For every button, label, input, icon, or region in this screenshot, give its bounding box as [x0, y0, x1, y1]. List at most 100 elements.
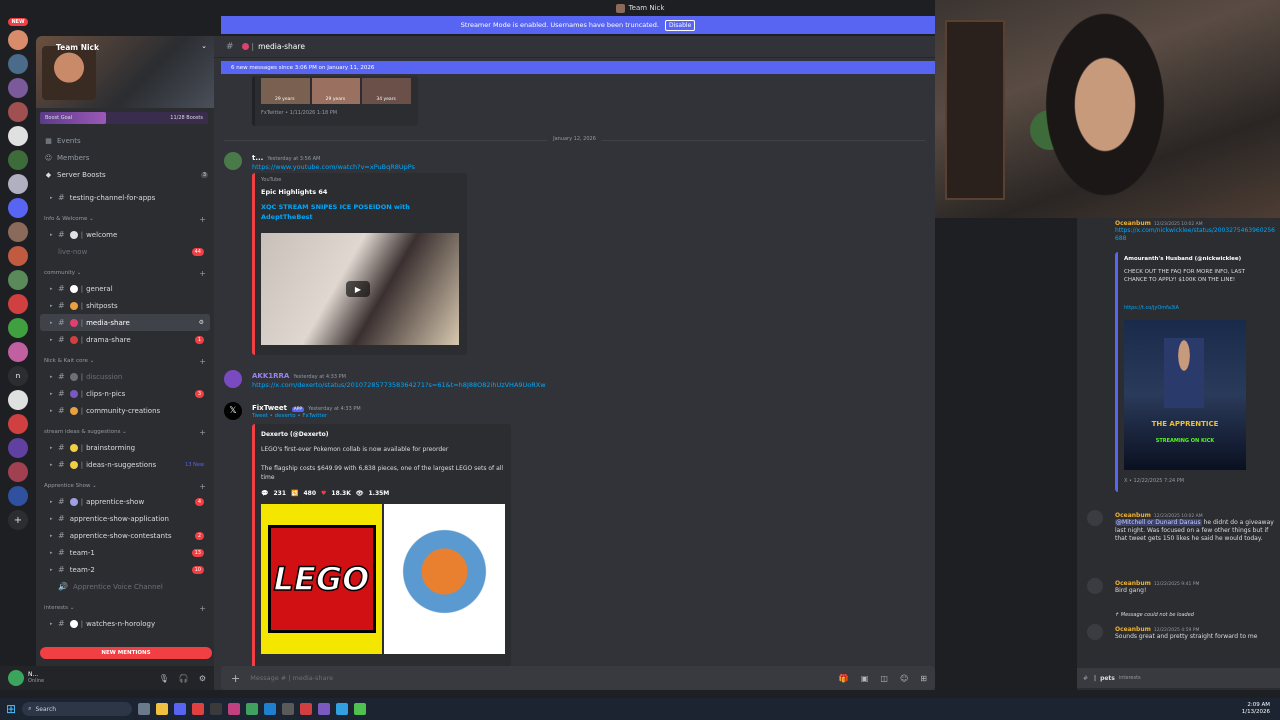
- chrome-taskbar-icon[interactable]: [192, 703, 205, 715]
- message-link[interactable]: https://x.com/dexerto/status/20107285773…: [252, 381, 546, 389]
- server-icon-8[interactable]: [8, 198, 28, 218]
- server-icon-2[interactable]: [8, 54, 28, 74]
- app-taskbar-icon[interactable]: [318, 703, 331, 715]
- message-author[interactable]: Oceanbum: [1115, 512, 1151, 519]
- embed-link[interactable]: https://t.co/jyOmfa3iA: [1124, 304, 1179, 312]
- message-author[interactable]: Oceanbum: [1115, 220, 1151, 227]
- server-icon-6[interactable]: [8, 150, 28, 170]
- new-mentions-button[interactable]: NEW MENTIONS: [40, 647, 212, 659]
- channel-drama-share[interactable]: ▸ # | drama-share 1: [40, 331, 210, 348]
- add-channel-icon[interactable]: +: [199, 604, 206, 613]
- app-taskbar-icon[interactable]: [336, 703, 349, 715]
- embed-author[interactable]: Epic Highlights 64: [261, 188, 327, 196]
- obs-taskbar-icon[interactable]: [210, 703, 223, 715]
- avatar[interactable]: [1087, 578, 1103, 594]
- add-server-icon[interactable]: +: [8, 510, 28, 530]
- channel-clips-n-pics[interactable]: ▸ # | clips-n-pics 3: [40, 385, 210, 402]
- add-attachment-icon[interactable]: +: [231, 672, 240, 685]
- server-icon-11[interactable]: [8, 270, 28, 290]
- channel-apprentice-show[interactable]: ▸ # | apprentice-show 4: [40, 493, 210, 510]
- app-taskbar-icon[interactable]: [354, 703, 367, 715]
- server-icon-18[interactable]: [8, 438, 28, 458]
- file-explorer-icon[interactable]: [156, 703, 169, 715]
- discord-taskbar-icon[interactable]: [174, 703, 187, 715]
- avatar[interactable]: [1087, 624, 1103, 640]
- server-icon-13[interactable]: [8, 318, 28, 338]
- channel-shitposts[interactable]: ▸ # | shitposts: [40, 297, 210, 314]
- sidebar-item-members[interactable]: ☺ Members: [36, 149, 214, 166]
- boost-goal-bar[interactable]: Boost Goal 11/28 Boosts: [40, 112, 208, 124]
- video-thumbnail[interactable]: ▶: [261, 233, 459, 345]
- avatar[interactable]: [1087, 510, 1103, 526]
- server-icon-14[interactable]: [8, 342, 28, 362]
- server-icon-10[interactable]: [8, 246, 28, 266]
- server-icon-19[interactable]: [8, 462, 28, 482]
- thread-channel-bar[interactable]: # | pets interests: [1077, 668, 1280, 688]
- embed-author[interactable]: Amouranth's Husband (@nickwicklee): [1124, 256, 1241, 262]
- apprentice-poster-image[interactable]: THE APPRENTICE STREAMING ON KICK: [1124, 320, 1246, 470]
- message-author[interactable]: Oceanbum: [1115, 626, 1151, 633]
- system-clock[interactable]: 2:09 AM 1/13/2026: [1242, 702, 1270, 716]
- category-apprentice-show[interactable]: Apprentice Show ⌄ +: [36, 479, 214, 493]
- channel-welcome[interactable]: ▸ # | welcome: [40, 226, 210, 243]
- headphones-icon[interactable]: 🎧: [179, 674, 189, 683]
- emoji-icon[interactable]: ☺: [900, 674, 908, 683]
- channel-live-now[interactable]: live-now 44: [40, 243, 210, 260]
- server-banner[interactable]: Team Nick ⌄: [36, 36, 214, 108]
- disable-streamer-button[interactable]: Disable: [664, 19, 696, 31]
- channel-team-2[interactable]: ▸ # team-2 10: [40, 561, 210, 578]
- server-icon-5[interactable]: [8, 126, 28, 146]
- category-interests[interactable]: interests ⌄ +: [36, 601, 214, 615]
- message-author[interactable]: t...: [252, 154, 263, 162]
- server-icon-4[interactable]: [8, 102, 28, 122]
- chevron-down-icon[interactable]: ⌄: [201, 42, 207, 50]
- gear-icon[interactable]: ⚙: [199, 674, 206, 683]
- channel-brainstorming[interactable]: ▸ # | brainstorming: [40, 439, 210, 456]
- edge-taskbar-icon[interactable]: [264, 703, 277, 715]
- task-view-icon[interactable]: [138, 703, 151, 715]
- microphone-icon[interactable]: 🎙: [159, 674, 169, 683]
- channel-watches-n-horology[interactable]: ▸ # | watches-n-horology: [40, 615, 210, 632]
- channel-ideas-n-suggestions[interactable]: ▸ # | ideas-n-suggestions 13 New: [40, 456, 210, 473]
- message-composer[interactable]: + Message # | media-share 🎁 ▣ ◫ ☺ ⊞: [221, 666, 935, 690]
- avatar[interactable]: [8, 670, 24, 686]
- sticker-icon[interactable]: ◫: [880, 674, 888, 683]
- category-info-welcome[interactable]: Info & Welcome ⌄ +: [36, 212, 214, 226]
- taskbar-search[interactable]: ⌕ Search: [22, 702, 133, 716]
- add-channel-icon[interactable]: +: [199, 215, 206, 224]
- message-author[interactable]: FixTweet: [252, 404, 287, 412]
- add-channel-icon[interactable]: +: [199, 357, 206, 366]
- channel-apprentice-show-contestants[interactable]: ▸ # apprentice-show-contestants 2: [40, 527, 210, 544]
- category-nick-kait[interactable]: Nick & Kait core ⌄ +: [36, 354, 214, 368]
- sidebar-item-server-boosts[interactable]: ◆ Server Boosts 3: [36, 166, 214, 183]
- play-icon[interactable]: ▶: [346, 281, 370, 297]
- server-icon-20[interactable]: [8, 486, 28, 506]
- server-icon-1[interactable]: [8, 30, 28, 50]
- app-taskbar-icon[interactable]: [228, 703, 241, 715]
- sidebar-item-events[interactable]: ▦ Events: [36, 132, 214, 149]
- server-icon-16[interactable]: [8, 390, 28, 410]
- channel-discussion[interactable]: ▸ # | discussion: [40, 368, 210, 385]
- avatar[interactable]: [224, 152, 242, 170]
- gift-icon[interactable]: 🎁: [839, 674, 849, 683]
- channel-general[interactable]: ▸ # | general: [40, 280, 210, 297]
- app-taskbar-icon[interactable]: [300, 703, 313, 715]
- app-taskbar-icon[interactable]: [282, 703, 295, 715]
- user-mention[interactable]: @Mitchell or Dunard Daraus: [1115, 519, 1202, 526]
- channel-media-share[interactable]: ▸ # | media-share ⚙: [40, 314, 210, 331]
- category-stream-ideas[interactable]: stream ideas & suggestions ⌄ +: [36, 425, 214, 439]
- channel-team-1[interactable]: ▸ # team-1 13: [40, 544, 210, 561]
- voice-channel-apprentice[interactable]: 🔊 Apprentice Voice Channel: [40, 578, 210, 595]
- app-taskbar-icon[interactable]: [246, 703, 259, 715]
- avatar[interactable]: [224, 370, 242, 388]
- x-logo-avatar[interactable]: 𝕏: [224, 402, 242, 420]
- channel-testing[interactable]: ▸ # testing-channel-for-apps: [40, 189, 210, 206]
- apps-icon[interactable]: ⊞: [920, 674, 927, 683]
- channel-settings-gear-icon[interactable]: ⚙: [199, 319, 204, 326]
- embed-title[interactable]: XQC STREAM SNIPES ICE POSEIDON with Adep…: [261, 202, 431, 222]
- server-icon-12[interactable]: [8, 294, 28, 314]
- charizard-lego-set-image[interactable]: [384, 504, 505, 654]
- add-channel-icon[interactable]: +: [199, 269, 206, 278]
- embed-author[interactable]: Dexerto (@Dexerto): [261, 431, 328, 438]
- server-icon-17[interactable]: [8, 414, 28, 434]
